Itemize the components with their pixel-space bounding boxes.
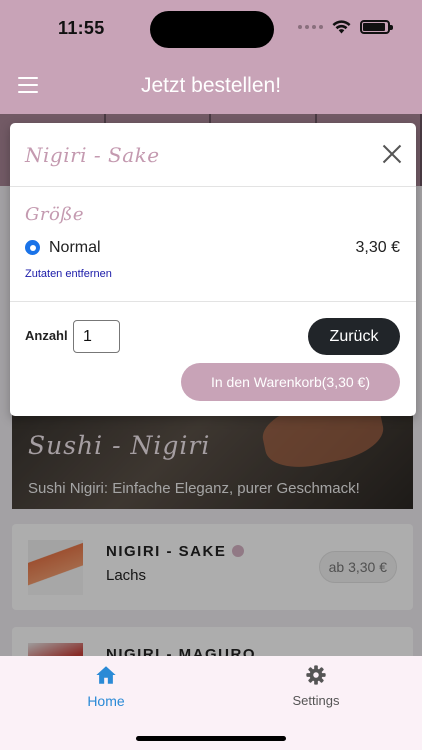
- back-button[interactable]: Zurück: [308, 318, 400, 355]
- close-icon[interactable]: [382, 144, 402, 164]
- modal-title: Nigiri - Sake: [25, 143, 160, 167]
- page-title: Jetzt bestellen!: [140, 74, 282, 97]
- nav-settings-label: Settings: [292, 693, 340, 708]
- dynamic-island: [150, 11, 274, 48]
- status-icons: [298, 20, 393, 34]
- status-time: 11:55: [58, 18, 105, 38]
- gear-icon: [306, 665, 326, 685]
- nav-home-label: Home: [87, 693, 125, 709]
- wifi-icon: [332, 20, 351, 34]
- size-option-label[interactable]: Normal: [49, 239, 101, 257]
- quantity-label: Anzahl: [25, 328, 68, 343]
- size-option-price: 3,30 €: [355, 239, 400, 256]
- home-icon: [96, 666, 116, 684]
- home-indicator: [136, 736, 286, 741]
- product-options-modal: Nigiri - Sake Größe Normal 3,30 € Zutate…: [10, 123, 416, 416]
- quantity-input[interactable]: 1: [73, 320, 120, 353]
- nav-settings[interactable]: Settings: [256, 664, 376, 708]
- signal-dots-icon: [298, 25, 323, 29]
- size-heading: Größe: [25, 204, 84, 225]
- status-bar: 11:55: [0, 0, 422, 58]
- divider: [10, 186, 416, 187]
- divider: [10, 301, 416, 302]
- add-to-cart-button[interactable]: In den Warenkorb(3,30 €): [181, 363, 400, 401]
- remove-ingredients-link[interactable]: Zutaten entfernen: [25, 268, 112, 280]
- size-radio-normal[interactable]: [25, 240, 40, 255]
- nav-home[interactable]: Home: [46, 664, 166, 709]
- app-header: Jetzt bestellen!: [0, 58, 422, 114]
- battery-icon: [360, 20, 393, 34]
